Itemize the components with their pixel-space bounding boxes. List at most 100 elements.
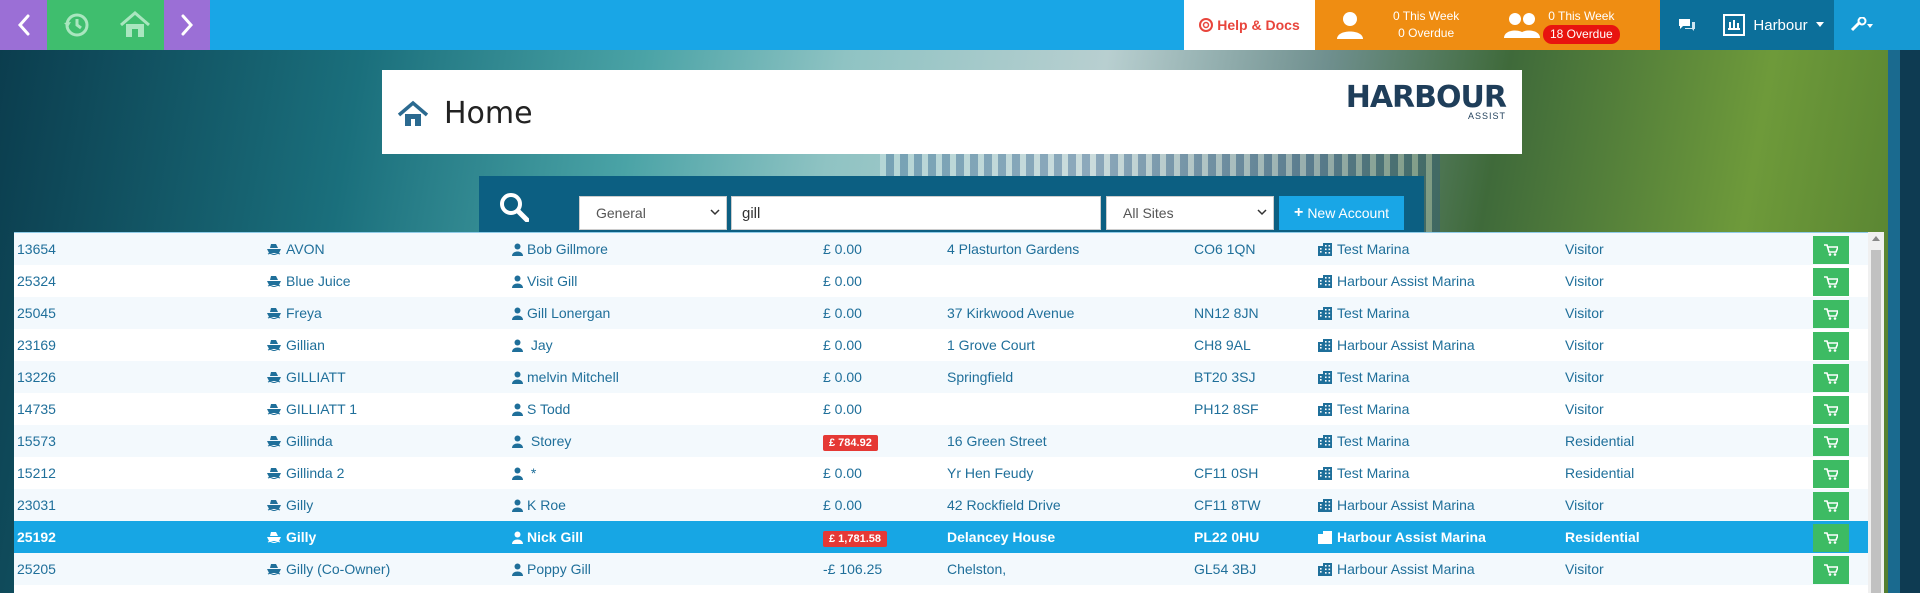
site-name[interactable]: Harbour Assist Marina — [1318, 337, 1475, 353]
messages-button[interactable] — [1660, 0, 1713, 50]
boat-name[interactable]: AVON — [267, 241, 325, 257]
owner-name[interactable]: Gill Lonergan — [512, 305, 610, 321]
table-row[interactable]: 25205 Gilly (Co-Owner) Poppy Gill -£ 106.25… — [14, 553, 1880, 585]
cart-button[interactable] — [1813, 396, 1849, 424]
cart-button[interactable] — [1813, 524, 1849, 552]
boat-name[interactable]: GILLIATT — [267, 369, 346, 385]
boat-icon — [267, 500, 281, 511]
account-id[interactable]: 25205 — [17, 561, 56, 577]
chevron-down-icon — [710, 209, 720, 216]
site-name[interactable]: Harbour Assist Marina — [1318, 529, 1486, 545]
scroll-thumb[interactable] — [1871, 250, 1881, 593]
boat-name[interactable]: Freya — [267, 305, 322, 321]
account-id[interactable]: 25045 — [17, 305, 56, 321]
table-row[interactable]: 23169 Gillian Jay £ 0.00 1 Grove Court CH8 9… — [14, 329, 1880, 361]
cart-button[interactable] — [1813, 556, 1849, 584]
account-id[interactable]: 13654 — [17, 241, 56, 257]
cart-button[interactable] — [1813, 300, 1849, 328]
table-row[interactable]: 13654 AVON Bob Gillmore £ 0.00 4 Plasturton … — [14, 233, 1880, 265]
boat-name[interactable]: Blue Juice — [267, 273, 351, 289]
boat-name[interactable]: Gillinda 2 — [267, 465, 344, 481]
search-input[interactable] — [731, 196, 1101, 230]
account-id[interactable]: 15573 — [17, 433, 56, 449]
account-id[interactable]: 25324 — [17, 273, 56, 289]
boat-name[interactable]: Gillian — [267, 337, 325, 353]
boat-name[interactable]: Gilly — [267, 529, 316, 545]
boat-name[interactable]: Gillinda — [267, 433, 333, 449]
back-button[interactable] — [0, 0, 47, 50]
berth-type: Visitor — [1565, 561, 1604, 577]
plus-icon: + — [1293, 204, 1304, 221]
address: 1 Grove Court — [947, 337, 1035, 353]
owner-name[interactable]: Nick Gill — [512, 529, 583, 545]
new-account-button[interactable]: + New Account — [1279, 196, 1404, 230]
cart-button[interactable] — [1813, 268, 1849, 296]
table-row[interactable]: 14735 GILLIATT 1 S Todd £ 0.00 PH12 8SF Test … — [14, 393, 1880, 425]
home-icon — [397, 100, 429, 126]
site-name[interactable]: Test Marina — [1318, 465, 1409, 481]
table-row[interactable]: 25192 Gilly Nick Gill £ 1,781.58 Delancey Ho… — [14, 521, 1880, 553]
results-scrollbar[interactable] — [1868, 232, 1884, 593]
tools-menu-button[interactable] — [1834, 0, 1888, 50]
cart-button[interactable] — [1813, 492, 1849, 520]
table-row[interactable]: 15573 Gillinda Storey £ 784.92 16 Green Str… — [14, 425, 1880, 457]
site-name[interactable]: Harbour Assist Marina — [1318, 561, 1475, 577]
site-name[interactable]: Harbour Assist Marina — [1318, 273, 1475, 289]
cart-button[interactable] — [1813, 428, 1849, 456]
address: Springfield — [947, 369, 1014, 385]
chevron-right-icon — [181, 14, 194, 36]
site-name[interactable]: Test Marina — [1318, 241, 1409, 257]
table-row[interactable]: 25324 Blue Juice Visit Gill £ 0.00 Harbour A… — [14, 265, 1880, 297]
table-row[interactable]: 23031 Gilly K Roe £ 0.00 42 Rockfield Drive C… — [14, 489, 1880, 521]
sites-select[interactable]: All Sites — [1106, 196, 1274, 230]
owner-name[interactable]: K Roe — [512, 497, 566, 513]
my-tasks-stat[interactable]: 0 This Week 0 Overdue — [1315, 0, 1483, 50]
cart-button[interactable] — [1813, 236, 1849, 264]
site-menu[interactable]: Harbour — [1713, 0, 1834, 50]
site-name[interactable]: Harbour Assist Marina — [1318, 497, 1475, 513]
boat-name[interactable]: GILLIATT 1 — [267, 401, 357, 417]
table-row[interactable]: 13226 GILLIATT melvin Mitchell £ 0.00 Spring… — [14, 361, 1880, 393]
account-id[interactable]: 23031 — [17, 497, 56, 513]
owner-name[interactable]: Visit Gill — [512, 273, 577, 289]
history-button[interactable] — [47, 0, 105, 50]
team-tasks-stat[interactable]: 0 This Week 18 Overdue — [1483, 0, 1660, 50]
table-row[interactable]: 25045 Freya Gill Lonergan £ 0.00 37 Kirkwood… — [14, 297, 1880, 329]
owner-name[interactable]: Storey — [512, 433, 571, 449]
home-nav-button[interactable] — [105, 0, 164, 50]
boat-name[interactable]: Gilly — [267, 497, 313, 513]
cart-button[interactable] — [1813, 332, 1849, 360]
site-name[interactable]: Test Marina — [1318, 369, 1409, 385]
category-select[interactable]: General — [579, 196, 727, 230]
account-id[interactable]: 14735 — [17, 401, 56, 417]
help-docs-button[interactable]: Help & Docs — [1184, 0, 1315, 50]
right-scroll-strip — [1888, 0, 1920, 593]
owner-name[interactable]: S Todd — [512, 401, 570, 417]
postcode: CF11 0SH — [1194, 465, 1259, 481]
table-row[interactable]: 15212 Gillinda 2 * £ 0.00 Yr Hen Feudy CF11 … — [14, 457, 1880, 489]
boat-name[interactable]: Gilly (Co-Owner) — [267, 561, 390, 577]
cart-icon — [1824, 500, 1838, 512]
account-id[interactable]: 25192 — [17, 529, 56, 545]
boat-icon — [267, 436, 281, 447]
cart-button[interactable] — [1813, 364, 1849, 392]
user-icon — [512, 467, 523, 480]
user-icon — [512, 371, 523, 384]
cart-icon — [1824, 468, 1838, 480]
account-id[interactable]: 13226 — [17, 369, 56, 385]
site-name[interactable]: Test Marina — [1318, 305, 1409, 321]
site-name[interactable]: Test Marina — [1318, 433, 1409, 449]
owner-name[interactable]: Jay — [512, 337, 553, 353]
cart-button[interactable] — [1813, 460, 1849, 488]
scroll-up-arrow[interactable] — [1872, 236, 1880, 241]
owner-name[interactable]: * — [512, 465, 536, 481]
site-name[interactable]: Test Marina — [1318, 401, 1409, 417]
owner-name[interactable]: Poppy Gill — [512, 561, 591, 577]
account-id[interactable]: 23169 — [17, 337, 56, 353]
owner-name[interactable]: melvin Mitchell — [512, 369, 619, 385]
owner-name[interactable]: Bob Gillmore — [512, 241, 608, 257]
forward-button[interactable] — [164, 0, 210, 50]
account-id[interactable]: 15212 — [17, 465, 56, 481]
owner-name-text: melvin Mitchell — [527, 369, 619, 385]
balance-cell: £ 0.00 — [823, 465, 862, 481]
